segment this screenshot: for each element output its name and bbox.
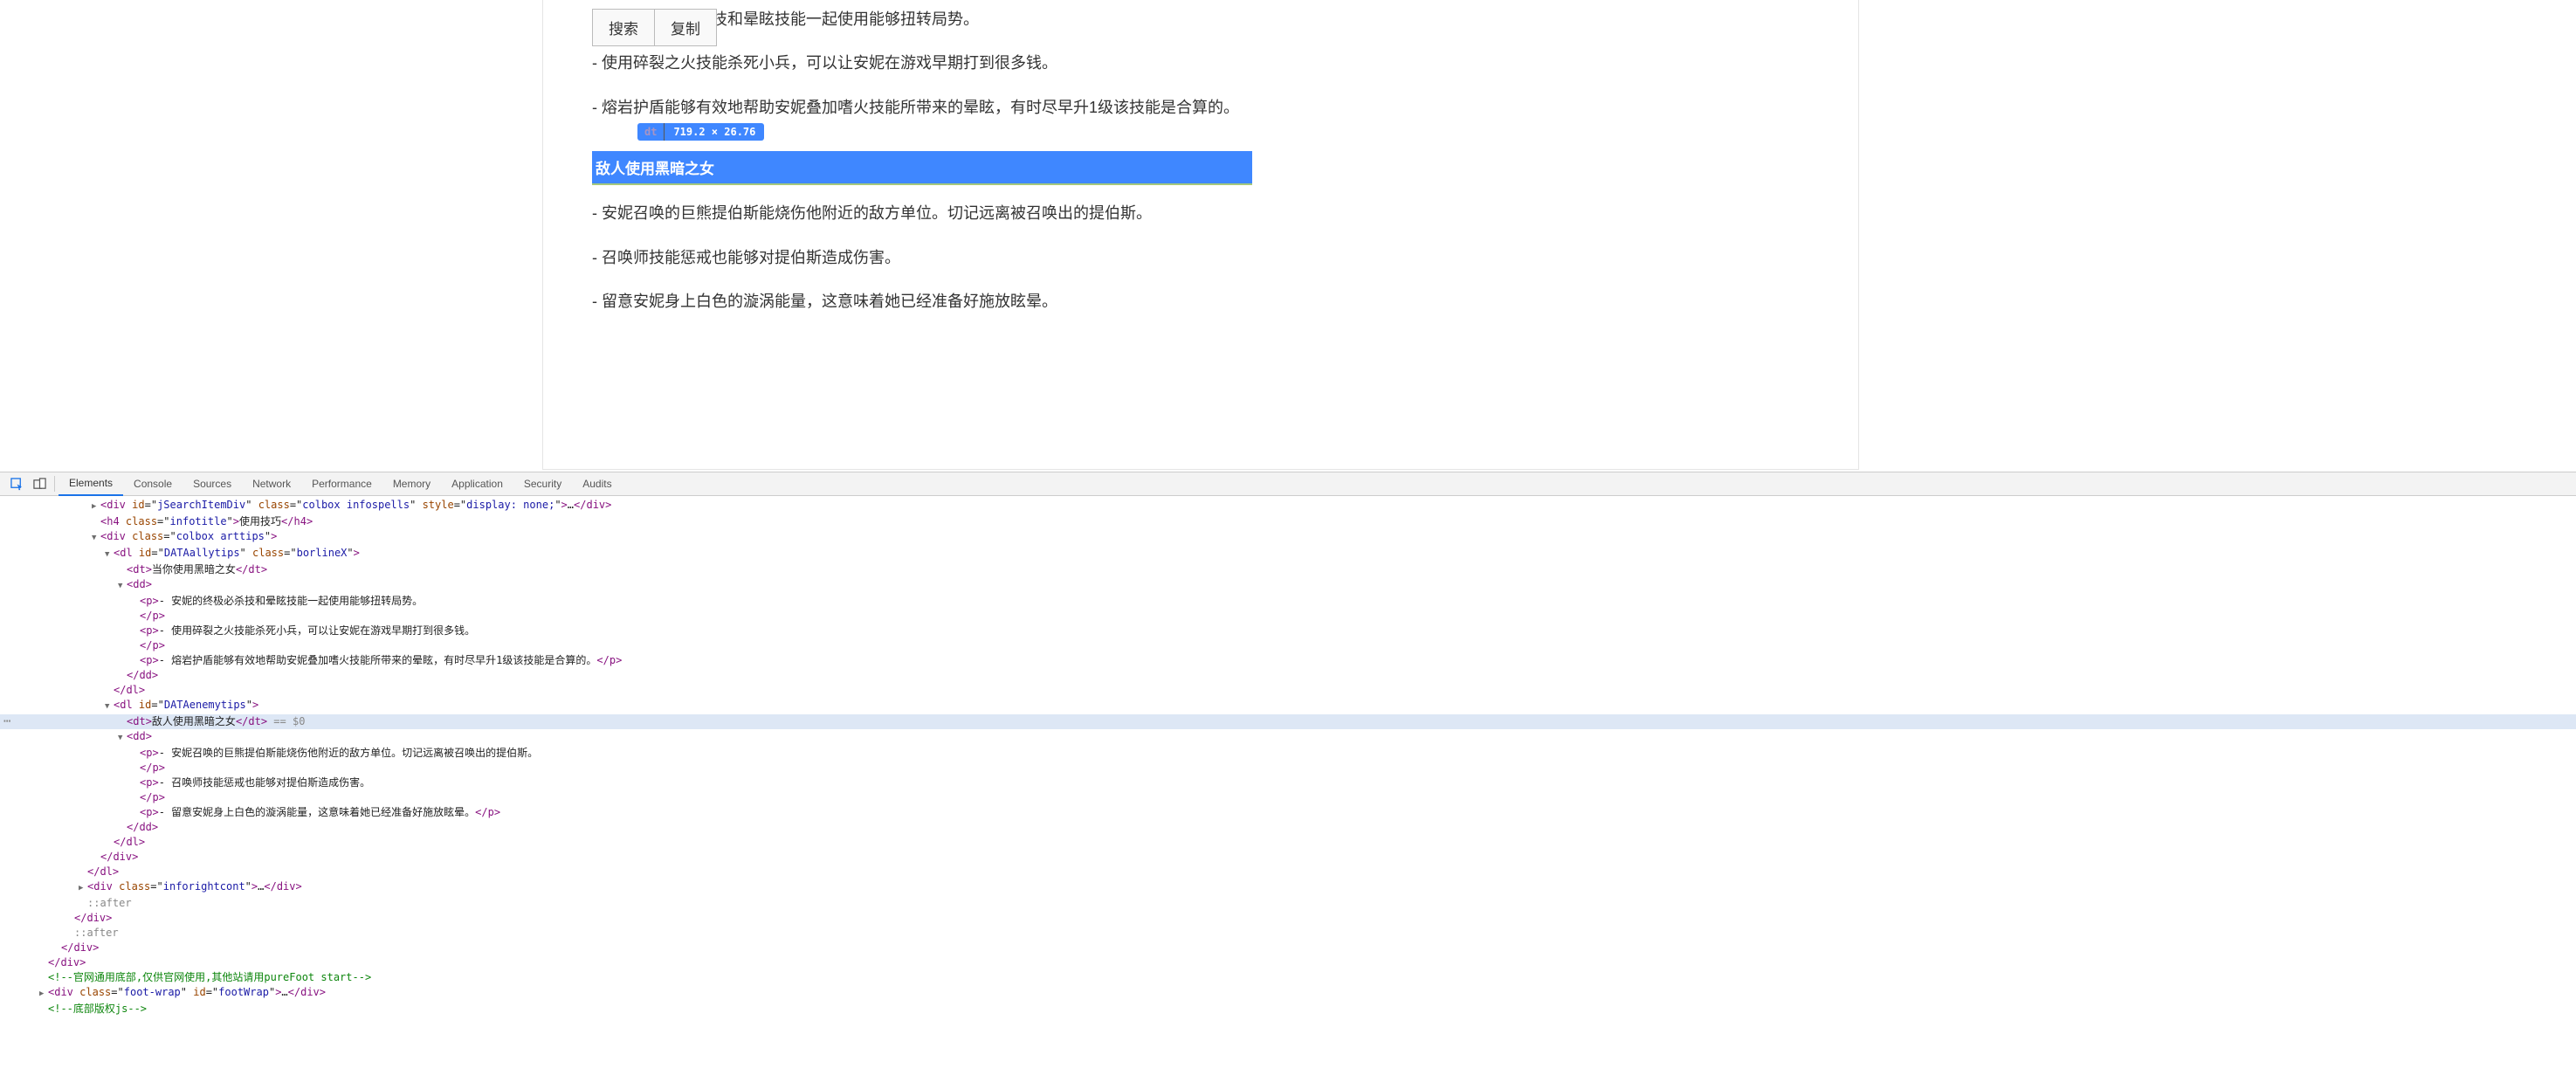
devtools-toolbar: Elements Console Sources Network Perform… [0,472,2576,496]
tab-security[interactable]: Security [513,472,572,496]
tab-audits[interactable]: Audits [572,472,622,496]
enemy-tips-heading: dt 719.2 × 26.76 敌人使用黑暗之女 [592,151,1252,185]
devtools-panel: Elements Console Sources Network Perform… [0,472,2576,1025]
devtools-tabs: Elements Console Sources Network Perform… [59,472,623,496]
enemy-tip: - 安妮召唤的巨熊提伯斯能烧伤他附近的敌方单位。切记远离被召唤出的提伯斯。 [592,199,1252,227]
dom-tree[interactable]: <div id="jSearchItemDiv" class="colbox i… [0,496,2576,1025]
enemy-tip: - 留意安妮身上白色的漩涡能量，这意味着她已经准备好施放眩晕。 [592,287,1252,315]
tab-memory[interactable]: Memory [382,472,441,496]
tab-application[interactable]: Application [441,472,513,496]
tab-console[interactable]: Console [123,472,183,496]
content-card: 搜索 复制 - 安妮的终极必杀技和晕眩技能一起使用能够扭转局势。 - 使用碎裂之… [542,0,1859,470]
tab-elements[interactable]: Elements [59,472,123,496]
tab-network[interactable]: Network [242,472,301,496]
ally-tip: - 熔岩护盾能够有效地帮助安妮叠加嗜火技能所带来的晕眩，有时尽早升1级该技能是合… [592,93,1252,121]
device-toolbar-icon[interactable] [28,472,51,495]
search-button[interactable]: 搜索 [593,10,654,45]
context-menu: 搜索 复制 [592,9,717,46]
ally-tip: - 使用碎裂之火技能杀死小兵，可以让安妮在游戏早期打到很多钱。 [592,49,1252,77]
tab-sources[interactable]: Sources [183,472,242,496]
tab-performance[interactable]: Performance [301,472,382,496]
inspect-element-icon[interactable] [5,472,28,495]
enemy-tip: - 召唤师技能惩戒也能够对提伯斯造成伤害。 [592,244,1252,272]
inspect-tooltip: dt 719.2 × 26.76 [637,123,764,141]
page-preview: 搜索 复制 - 安妮的终极必杀技和晕眩技能一起使用能够扭转局势。 - 使用碎裂之… [0,0,2576,472]
copy-button[interactable]: 复制 [654,10,716,45]
enemy-tips-list: - 安妮召唤的巨熊提伯斯能烧伤他附近的敌方单位。切记远离被召唤出的提伯斯。 - … [592,199,1252,315]
